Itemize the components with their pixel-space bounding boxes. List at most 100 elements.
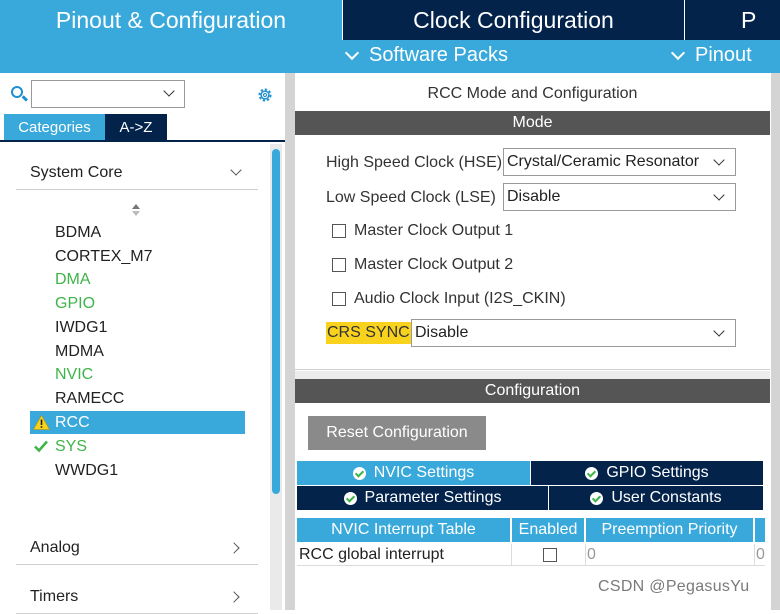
tree-item-label: RCC	[55, 413, 90, 431]
software-packs-menu[interactable]: Software Packs	[344, 44, 508, 67]
tree-item-sys[interactable]: SYS	[30, 435, 245, 458]
category-tabs: Categories A->Z	[4, 114, 167, 140]
tab-label: GPIO Settings	[606, 464, 709, 481]
configuration-section-header: Configuration	[295, 379, 770, 403]
tab-parameter-settings[interactable]: Parameter Settings	[297, 486, 548, 510]
tree-item-bdma[interactable]: BDMA	[30, 221, 245, 244]
section-gap	[295, 371, 770, 379]
enabled-checkbox[interactable]	[543, 548, 557, 562]
tree-item-label: WWDG1	[55, 461, 119, 479]
chevron-down-icon	[713, 325, 725, 337]
crs-sync-select[interactable]: Disable	[411, 319, 736, 347]
tab-gpio-settings[interactable]: GPIO Settings	[531, 461, 763, 485]
checkmark-icon	[34, 440, 48, 453]
top-tab-bar: Pinout & Configuration Clock Configurati…	[0, 0, 780, 40]
tab-project-manager[interactable]: P	[684, 0, 780, 40]
lse-select[interactable]: Disable	[503, 183, 736, 211]
column-header-enabled[interactable]: Enabled	[512, 518, 584, 542]
group-analog-label: Analog	[30, 538, 80, 556]
panel-splitter[interactable]	[285, 73, 295, 610]
tab-clock-configuration[interactable]: Clock Configuration	[342, 0, 684, 40]
gear-icon[interactable]	[256, 86, 274, 104]
column-header-interrupt-table[interactable]: NVIC Interrupt Table	[297, 518, 510, 542]
mco2-checkbox-row[interactable]: Master Clock Output 2	[332, 256, 513, 274]
mode-section-header: Mode	[295, 111, 770, 135]
tab-label: User Constants	[611, 489, 722, 506]
tree-item-ramecc[interactable]: RAMECC	[30, 387, 245, 410]
divider	[295, 369, 770, 370]
column-header-preemption-priority[interactable]: Preemption Priority	[586, 518, 753, 542]
tree-item-label: MDMA	[55, 342, 104, 360]
preemption-priority-cell[interactable]: 0	[587, 546, 596, 564]
rcc-panel: RCC Mode and Configuration Mode High Spe…	[295, 73, 780, 610]
chevron-down-icon	[670, 45, 686, 60]
audio-clock-checkbox-row[interactable]: Audio Clock Input (I2S_CKIN)	[332, 290, 566, 308]
group-system-core-label: System Core	[30, 163, 123, 181]
tree-item-iwdg1[interactable]: IWDG1	[30, 316, 245, 339]
tree-item-mdma[interactable]: MDMA	[30, 340, 245, 363]
tree-item-dma[interactable]: DMA	[30, 268, 245, 291]
group-system-core[interactable]: System Core	[16, 156, 258, 190]
audio-clock-label: Audio Clock Input (I2S_CKIN)	[354, 290, 566, 307]
tree-item-label: RAMECC	[55, 389, 125, 407]
search-input[interactable]	[31, 80, 185, 108]
tab-a-z[interactable]: A->Z	[105, 114, 167, 140]
sort-icon[interactable]	[131, 203, 141, 217]
tab-nvic-settings[interactable]: NVIC Settings	[297, 461, 530, 485]
tree-scrollbar-thumb[interactable]	[272, 149, 280, 494]
software-packs-label: Software Packs	[369, 44, 508, 66]
search-row	[0, 77, 285, 109]
tree-item-cortex-m7[interactable]: CORTEX_M7	[30, 245, 245, 268]
tab-pinout-configuration[interactable]: Pinout & Configuration	[0, 0, 342, 40]
pinout-menu-label: Pinout	[695, 44, 752, 66]
tab-categories[interactable]: Categories	[4, 114, 105, 140]
tree-item-label: GPIO	[55, 294, 96, 312]
mco1-label: Master Clock Output 1	[354, 222, 514, 239]
tab-user-constants[interactable]: User Constants	[549, 486, 763, 510]
lse-select-value: Disable	[507, 188, 561, 205]
interrupt-name-cell: RCC global interrupt	[299, 546, 444, 563]
tree-item-gpio[interactable]: GPIO	[30, 292, 245, 315]
tree-item-wwdg1[interactable]: WWDG1	[30, 459, 245, 482]
crs-sync-label: CRS SYNC	[326, 322, 411, 344]
watermark: CSDN @PegasusYu	[598, 578, 750, 595]
search-icon[interactable]	[11, 86, 23, 98]
reset-configuration-button[interactable]: Reset Configuration	[308, 416, 486, 450]
check-circle-icon	[352, 466, 366, 480]
check-circle-icon	[343, 491, 357, 505]
hse-select-value: Crystal/Ceramic Resonator	[507, 153, 700, 170]
sub-priority-cell[interactable]: 0	[756, 546, 765, 564]
chevron-right-icon	[228, 591, 240, 603]
group-timers[interactable]: Timers	[16, 580, 258, 614]
crs-sync-select-value: Disable	[415, 324, 469, 341]
pinout-menu[interactable]: Pinout	[670, 44, 752, 67]
table-row[interactable]: RCC global interrupt 0 0	[297, 544, 765, 566]
tab-label: NVIC Settings	[373, 464, 475, 481]
chevron-down-icon	[713, 154, 725, 166]
sub-toolbar: Software Packs Pinout	[0, 40, 780, 73]
chevron-down-icon	[713, 189, 725, 201]
tree-item-label: IWDG1	[55, 318, 108, 336]
group-timers-label: Timers	[30, 587, 79, 605]
mco1-checkbox-row[interactable]: Master Clock Output 1	[332, 222, 513, 240]
tab-label: Parameter Settings	[364, 489, 502, 506]
mco1-checkbox[interactable]	[332, 224, 346, 238]
column-header-sub-priority[interactable]	[755, 518, 765, 542]
tree-item-label: NVIC	[55, 365, 94, 383]
tree-item-rcc[interactable]: RCC	[30, 411, 245, 434]
column-separator	[511, 544, 512, 566]
right-scrollbar[interactable]	[771, 73, 780, 610]
tab-underline	[0, 140, 285, 142]
mco2-checkbox[interactable]	[332, 258, 346, 272]
hse-select[interactable]: Crystal/Ceramic Resonator	[503, 148, 736, 176]
tree-item-nvic[interactable]: NVIC	[30, 363, 245, 386]
column-separator	[585, 544, 586, 566]
column-separator	[754, 544, 755, 566]
category-panel: Categories A->Z System Core BDMA CORTEX_…	[0, 73, 285, 614]
audio-clock-checkbox[interactable]	[332, 292, 346, 306]
tree-item-label: DMA	[55, 270, 91, 288]
group-analog[interactable]: Analog	[16, 531, 258, 565]
chevron-right-icon	[228, 542, 240, 554]
chevron-down-icon	[344, 45, 360, 60]
check-circle-icon	[585, 466, 599, 480]
